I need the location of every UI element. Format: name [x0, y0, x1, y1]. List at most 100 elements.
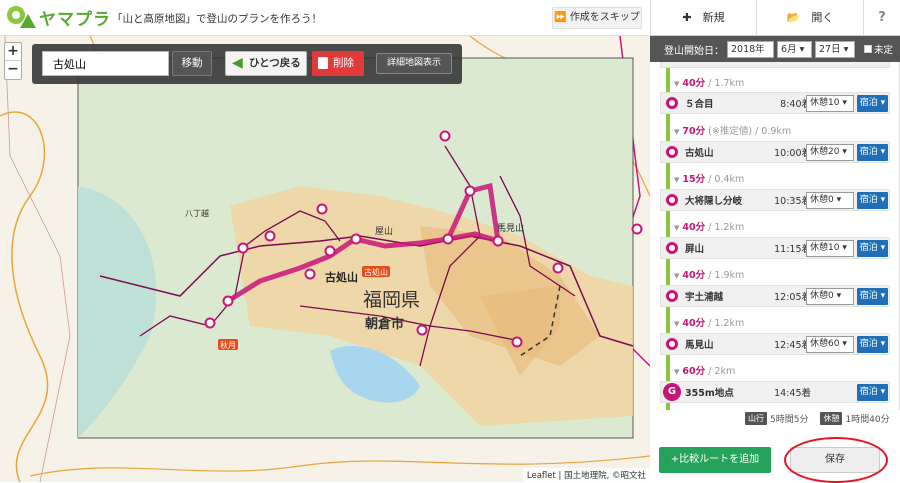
zoom-in-button[interactable]: + — [5, 43, 21, 61]
route-segment: ▼ 60分 / 2km — [674, 363, 735, 377]
map-view[interactable]: 古処山 福岡県 朝倉市 古処山 秋月 馬見山 屋山 八丁越 + − 移動 ◀ ひと… — [0, 36, 650, 482]
rest-select[interactable]: 休憩0 ▾ — [806, 192, 854, 209]
route-stop[interactable]: 屏山 11:15着 休憩10 ▾ 宿泊 ▾ — [660, 237, 890, 259]
checkbox-icon — [864, 45, 872, 53]
help-icon[interactable]: ? — [863, 0, 900, 36]
lodging-dropdown[interactable]: 宿泊 ▾ — [857, 192, 888, 209]
segment-arrow-icon: ▼ — [674, 224, 680, 232]
undo-button[interactable]: ◀ ひとつ戻る — [225, 51, 307, 76]
waypoint-icon — [666, 146, 678, 158]
route-stop[interactable]: 大将隠し分岐 10:35着 休憩0 ▾ 宿泊 ▾ — [660, 189, 890, 211]
segment-arrow-icon: ▼ — [674, 272, 680, 280]
route-stop[interactable]: ５合目 8:40着 休憩10 ▾ 宿泊 ▾ — [660, 92, 890, 114]
skip-button[interactable]: ⏩ 作成をスキップ — [552, 7, 642, 29]
lodging-dropdown[interactable]: 宿泊 ▾ — [857, 336, 888, 353]
day-value: 27日 — [819, 43, 841, 55]
waypoint-icon — [666, 194, 678, 206]
stop-time: 8:40着 — [780, 99, 811, 110]
segment-minutes: 40分 — [682, 78, 706, 89]
rest-value: 休憩0 — [810, 291, 834, 301]
skip-label: 作成をスキップ — [569, 12, 640, 23]
route-stop[interactable]: 宇土浦越 12:05着 休憩0 ▾ 宿泊 ▾ — [660, 285, 890, 307]
trash-icon — [318, 57, 328, 69]
tab-new[interactable]: ✚ 新規 — [650, 0, 756, 36]
route-stop-partial — [660, 62, 890, 68]
stop-time: 12:05着 — [774, 292, 811, 303]
lodging-label: 宿泊 — [859, 98, 878, 108]
route-stop[interactable]: 馬見山 12:45着 休憩60 ▾ 宿泊 ▾ — [660, 333, 890, 355]
place-search-input[interactable] — [42, 51, 169, 76]
logo-text: ヤマプラ — [39, 9, 111, 30]
segment-minutes: 40分 — [682, 222, 706, 233]
stop-name: 宇土浦越 — [685, 292, 724, 303]
route-segment: ▼ 15分 / 0.4km — [674, 171, 744, 185]
undecided-checkbox[interactable]: 未定 — [864, 42, 893, 56]
segment-distance: / 1.2km — [705, 222, 745, 233]
start-date-label: 登山開始日： — [664, 45, 724, 57]
delete-button[interactable]: 削除 — [312, 51, 364, 76]
tab-open[interactable]: 📂 開く — [756, 0, 863, 36]
goal-icon: G — [663, 383, 681, 401]
lodging-dropdown[interactable]: 宿泊 ▾ — [857, 95, 888, 112]
segment-distance: / 0.4km — [705, 174, 745, 185]
rest-select[interactable]: 休憩60 ▾ — [806, 336, 854, 353]
day-select[interactable]: 27日 ▾ — [815, 40, 855, 58]
akizuki-tag: 秋月 — [220, 340, 236, 350]
stop-name: 355m地点 — [685, 388, 734, 399]
add-compare-route-button[interactable]: +比較ルートを追加 — [659, 447, 771, 473]
waypoint-icon — [666, 242, 678, 254]
rest-value: 休憩0 — [810, 195, 834, 205]
waypoint-icon — [666, 338, 678, 350]
stop-time: 14:45着 — [774, 388, 811, 399]
delete-label: 削除 — [333, 57, 354, 69]
route-line — [666, 62, 670, 410]
lodging-label: 宿泊 — [859, 387, 878, 397]
undo-arrow-icon: ◀ — [232, 55, 243, 71]
lodging-dropdown[interactable]: 宿泊 ▾ — [857, 144, 888, 161]
year-select[interactable]: 2018年 ▾ — [727, 40, 774, 70]
rest-select[interactable]: 休憩10 ▾ — [806, 240, 854, 257]
app-header: ヤマプラ 「山と高原地図」で登山のプランを作ろう！ ⏩ 作成をスキップ — [0, 0, 650, 36]
waypoint-icon — [666, 97, 678, 109]
route-stop-goal[interactable]: G 355m地点 14:45着 宿泊 ▾ — [660, 381, 890, 403]
route-stop[interactable]: 古処山 10:00着 休憩20 ▾ 宿泊 ▾ — [660, 141, 890, 163]
lodging-label: 宿泊 — [859, 195, 878, 205]
rest-select[interactable]: 休憩0 ▾ — [806, 288, 854, 305]
lodging-dropdown[interactable]: 宿泊 ▾ — [857, 384, 888, 401]
move-button[interactable]: 移動 — [172, 51, 212, 76]
segment-minutes: 40分 — [682, 318, 706, 329]
segment-arrow-icon: ▼ — [674, 80, 680, 88]
lodging-dropdown[interactable]: 宿泊 ▾ — [857, 288, 888, 305]
rest-select[interactable]: 休憩10 ▾ — [806, 95, 854, 112]
folder-icon: 📂 — [786, 11, 801, 24]
lodging-label: 宿泊 — [859, 339, 878, 349]
zoom-out-button[interactable]: − — [5, 61, 21, 79]
stop-name: 馬見山 — [685, 340, 714, 351]
detail-map-button[interactable]: 詳細地図表示 — [376, 53, 452, 74]
segment-arrow-icon: ▼ — [674, 128, 680, 136]
stop-name: ５合目 — [685, 99, 714, 110]
segment-distance: / 0.9km — [752, 126, 792, 137]
rest-select[interactable]: 休憩20 ▾ — [806, 144, 854, 161]
segment-note: (※推定値) — [705, 126, 753, 137]
rest-value: 休憩10 — [810, 98, 840, 108]
stop-time: 10:00着 — [774, 148, 811, 159]
map-canvas[interactable]: 古処山 福岡県 朝倉市 古処山 秋月 馬見山 屋山 八丁越 — [0, 36, 650, 482]
segment-distance: / 1.2km — [705, 318, 745, 329]
yamami-label: 馬見山 — [497, 223, 524, 234]
zoom-control: + − — [4, 42, 22, 80]
lodging-label: 宿泊 — [859, 147, 878, 157]
yamapura-logo[interactable]: ヤマプラ — [6, 4, 111, 30]
hachiya-label: 八丁越 — [185, 208, 209, 218]
rest-value: 休憩10 — [810, 243, 840, 253]
route-segment: ▼ 40分 / 1.2km — [674, 219, 744, 233]
summit-label: 古処山 — [325, 270, 358, 284]
city-label: 朝倉市 — [365, 316, 404, 332]
map-toolbar: 移動 ◀ ひとつ戻る 削除 詳細地図表示 — [32, 44, 462, 84]
lodging-dropdown[interactable]: 宿泊 ▾ — [857, 240, 888, 257]
route-segment: ▼ 40分 / 1.2km — [674, 315, 744, 329]
map-attribution[interactable]: Leaflet | 国土地理院, ©昭文社 — [522, 468, 650, 482]
route-list[interactable]: ▼ 40分 / 1.7km ５合目 8:40着 休憩10 ▾ 宿泊 ▾ ▼ 70分 (… — [650, 62, 900, 410]
month-select[interactable]: 6月 ▾ — [777, 40, 812, 58]
route-totals: 山行 5時間5分 休憩 1時間40分 — [745, 412, 890, 425]
